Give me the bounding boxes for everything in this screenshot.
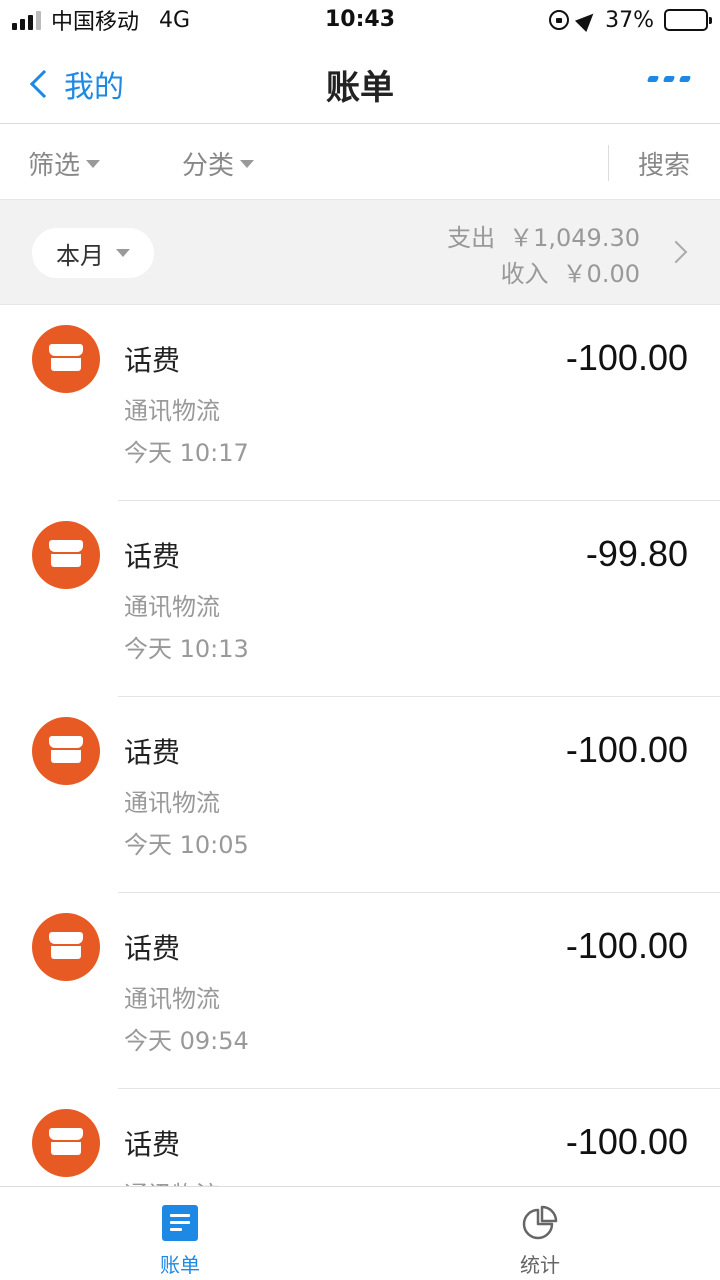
transaction-time: 今天 09:54 xyxy=(124,1027,249,1055)
transaction-row[interactable]: 话费 通讯物流 -100.00 xyxy=(0,1089,720,1186)
transaction-category: 通讯物流 xyxy=(124,1175,220,1186)
tab-stats[interactable]: 统计 xyxy=(360,1187,720,1280)
transaction-row[interactable]: 话费 通讯物流 今天 10:17 -100.00 xyxy=(0,305,720,501)
month-summary-bar: 本月 支出 ￥1,049.30 收入 ￥0.00 xyxy=(0,199,720,305)
back-button[interactable]: 我的 xyxy=(28,62,124,106)
nav-bar: 我的 账单 xyxy=(0,40,720,124)
store-icon xyxy=(32,1109,100,1177)
caret-down-icon xyxy=(240,159,255,168)
transaction-amount: -100.00 xyxy=(565,729,688,770)
expense-amount: ￥1,049.30 xyxy=(509,224,640,252)
transaction-row[interactable]: 话费 通讯物流 今天 09:54 -100.00 xyxy=(0,893,720,1089)
back-chevron-icon xyxy=(29,69,59,99)
transaction-row[interactable]: 话费 通讯物流 今天 10:13 -99.80 xyxy=(0,501,720,697)
battery-icon xyxy=(664,9,712,31)
filter-dropdown[interactable]: 筛选 xyxy=(28,145,101,182)
battery-percent: 37% xyxy=(605,7,654,33)
expense-label: 支出 xyxy=(447,224,496,252)
transaction-title: 话费 xyxy=(124,932,181,965)
transaction-title: 话费 xyxy=(124,1128,181,1161)
lock-rotation-icon xyxy=(549,10,570,30)
carrier-label: 中国移动 xyxy=(51,10,140,35)
pie-chart-icon xyxy=(522,1205,558,1240)
transaction-time: 今天 10:13 xyxy=(124,635,249,663)
network-label: 4G xyxy=(159,7,191,33)
expense-row: 支出 ￥1,049.30 xyxy=(447,220,640,256)
search-button[interactable]: 搜索 xyxy=(638,145,690,182)
signal-icon xyxy=(12,10,41,30)
chevron-right-icon[interactable] xyxy=(664,240,688,264)
status-right: 37% xyxy=(549,6,712,34)
filter-label: 筛选 xyxy=(28,151,81,181)
filter-bar: 筛选 分类 搜索 xyxy=(0,125,720,199)
transaction-amount: -100.00 xyxy=(565,1121,688,1162)
status-left: 中国移动 4G xyxy=(12,6,191,35)
back-label: 我的 xyxy=(64,70,124,105)
month-summary[interactable]: 支出 ￥1,049.30 收入 ￥0.00 xyxy=(447,220,640,292)
transaction-category: 通讯物流 xyxy=(124,397,220,425)
bill-list-icon xyxy=(162,1205,198,1241)
transaction-title: 话费 xyxy=(124,344,181,377)
month-selector[interactable]: 本月 xyxy=(32,228,154,278)
transaction-category: 通讯物流 xyxy=(124,789,220,817)
income-amount: ￥0.00 xyxy=(562,260,640,288)
store-icon xyxy=(32,913,100,981)
divider xyxy=(608,145,609,181)
category-label: 分类 xyxy=(182,151,235,181)
transaction-time: 今天 10:17 xyxy=(124,439,249,467)
caret-down-icon xyxy=(86,159,101,168)
transaction-category: 通讯物流 xyxy=(124,985,220,1013)
status-bar: 中国移动 4G 10:43 37% xyxy=(0,0,720,40)
tab-stats-label: 统计 xyxy=(520,1253,560,1277)
more-icon[interactable] xyxy=(646,76,692,82)
tab-bar: 账单 统计 xyxy=(0,1186,720,1280)
transaction-title: 话费 xyxy=(124,540,181,573)
income-label: 收入 xyxy=(500,260,549,288)
transaction-title: 话费 xyxy=(124,736,181,769)
category-dropdown[interactable]: 分类 xyxy=(182,145,255,182)
month-label: 本月 xyxy=(56,241,104,270)
transaction-amount: -100.00 xyxy=(565,925,688,966)
store-icon xyxy=(32,325,100,393)
caret-down-icon xyxy=(116,249,130,257)
transaction-amount: -99.80 xyxy=(585,533,688,574)
transaction-time: 今天 10:05 xyxy=(124,831,249,859)
transaction-row[interactable]: 话费 通讯物流 今天 10:05 -100.00 xyxy=(0,697,720,893)
store-icon xyxy=(32,521,100,589)
tab-bill-label: 账单 xyxy=(160,1253,200,1277)
tab-bill[interactable]: 账单 xyxy=(0,1187,360,1280)
income-row: 收入 ￥0.00 xyxy=(447,256,640,292)
transaction-amount: -100.00 xyxy=(565,337,688,378)
store-icon xyxy=(32,717,100,785)
transaction-list: 话费 通讯物流 今天 10:17 -100.00 话费 通讯物流 今天 10:1… xyxy=(0,305,720,1186)
transaction-category: 通讯物流 xyxy=(124,593,220,621)
location-icon xyxy=(575,7,600,33)
